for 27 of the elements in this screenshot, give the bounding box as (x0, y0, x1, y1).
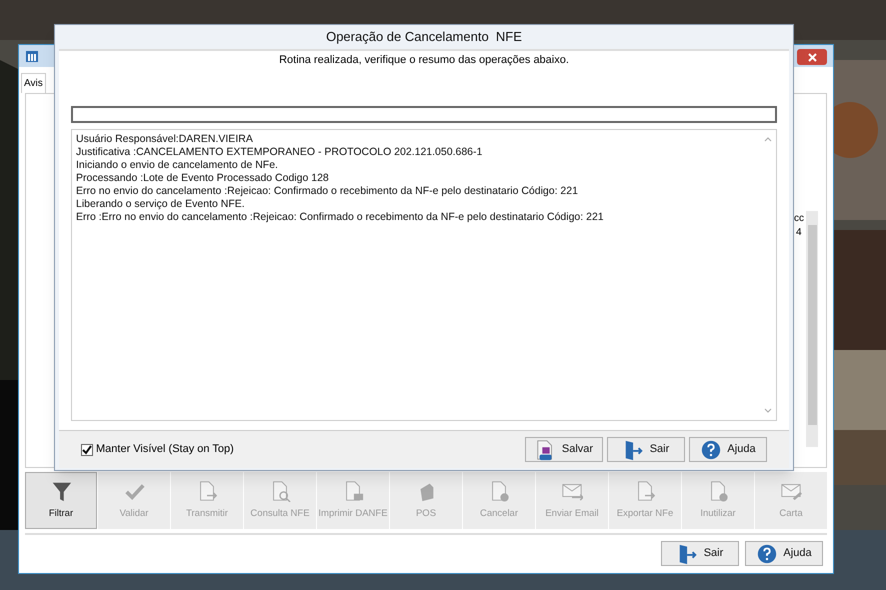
log-line: Usuário Responsável:DAREN.VIEIRA (76, 132, 253, 146)
log-line: Iniciando o envio de cancelamento de NFe. (76, 158, 278, 172)
log-line: Processando :Lote de Evento Processado Codigo 128 (76, 172, 329, 184)
checkbox[interactable] (81, 444, 93, 456)
column-header: cc (794, 212, 804, 226)
save-button[interactable]: Salvar (525, 437, 603, 462)
input-field[interactable] (71, 106, 777, 122)
help-icon (756, 542, 778, 564)
close-icon (808, 52, 816, 62)
app-icon (25, 49, 39, 63)
checkbox-label: Manter Visível (Stay on Top) (96, 442, 234, 458)
help-button[interactable]: Ajuda (745, 541, 823, 566)
exit-button[interactable]: Sair (607, 437, 685, 462)
log-line: Erro no envio do cancelamento :Rejeicao: Confirmado o recebimento da NF-e pelo destinatario Código: 221 (76, 184, 578, 198)
log-line: Justificativa :CANCELAMENTO EXTEMPORANEO - PROTOCOLO 202.121.050.686-1 (76, 146, 482, 158)
log-line: Erro :Erro no envio do cancelamento :Rejeicao: Confirmado o recebimento da NF-e pelo destinatario Código: 221 (76, 210, 604, 224)
tab[interactable]: Avis (21, 73, 46, 93)
table-cell-text: 4 (796, 226, 802, 240)
log-line: Liberando o serviço de Evento NFE. (76, 198, 245, 210)
message-text: Rotina realizada, verifique o resumo das operações abaixo. (279, 53, 569, 68)
window-title: Operação de Cancelamento NFE (326, 28, 522, 46)
scrollbar[interactable] (806, 211, 818, 447)
help-button[interactable]: Ajuda (689, 437, 767, 462)
toolbar-button[interactable]: Filtrar (25, 472, 97, 529)
exit-button[interactable]: Sair (661, 541, 739, 566)
help-icon (700, 438, 722, 460)
close-button[interactable] (797, 49, 827, 65)
